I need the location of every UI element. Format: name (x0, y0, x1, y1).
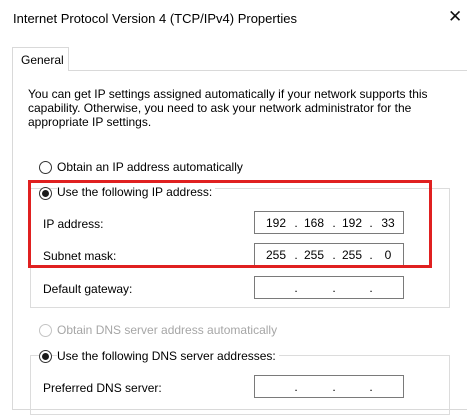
obtain-ip-automatically-label[interactable]: Obtain an IP address automatically (57, 160, 243, 174)
mask-octet-3: 255 (341, 248, 363, 262)
close-icon[interactable]: ✕ (448, 6, 467, 28)
dns-dot: . (294, 380, 298, 394)
use-following-ip-radio[interactable] (39, 187, 52, 200)
dns-dot: . (332, 380, 336, 394)
mask-octet-1: 255 (265, 248, 287, 262)
ip-octet-4: 33 (381, 216, 395, 230)
mask-octet-2: 255 (303, 248, 325, 262)
description-text: You can get IP settings assigned automat… (28, 87, 428, 129)
mask-dot: . (332, 248, 336, 262)
mask-dot: . (294, 248, 298, 262)
gateway-dot: . (294, 281, 298, 295)
title-bar: Internet Protocol Version 4 (TCP/IPv4) P… (0, 0, 467, 36)
gateway-dot: . (332, 281, 336, 295)
ip-octet-1: 192 (265, 216, 287, 230)
use-following-dns-label[interactable]: Use the following DNS server addresses: (57, 349, 279, 363)
ip-dot: . (294, 216, 298, 230)
preferred-dns-field[interactable]: . . . (254, 375, 404, 398)
mask-octet-4: 0 (384, 248, 392, 262)
ip-address-label: IP address: (43, 217, 104, 231)
obtain-dns-automatically-label[interactable]: Obtain DNS server address automatically (57, 323, 277, 337)
preferred-dns-label: Preferred DNS server: (43, 381, 162, 395)
use-following-ip-label[interactable]: Use the following IP address: (57, 185, 216, 199)
gateway-dot: . (369, 281, 373, 295)
subnet-mask-label: Subnet mask: (43, 249, 117, 263)
ip-octet-2: 168 (303, 216, 325, 230)
ip-address-field[interactable]: 192 . 168 . 192 . 33 (254, 211, 404, 234)
default-gateway-field[interactable]: . . . (254, 276, 404, 299)
default-gateway-label: Default gateway: (43, 282, 133, 296)
ip-octet-3: 192 (341, 216, 363, 230)
obtain-dns-automatically-radio[interactable] (39, 324, 52, 337)
obtain-ip-automatically-radio[interactable] (39, 161, 52, 174)
window-title: Internet Protocol Version 4 (TCP/IPv4) P… (13, 11, 297, 26)
dns-dot: . (369, 380, 373, 394)
use-following-dns-radio[interactable] (39, 350, 52, 363)
tab-general-label: General (21, 53, 64, 67)
subnet-mask-field[interactable]: 255 . 255 . 255 . 0 (254, 243, 404, 266)
tab-general[interactable]: General (12, 47, 69, 71)
ip-dot: . (332, 216, 336, 230)
